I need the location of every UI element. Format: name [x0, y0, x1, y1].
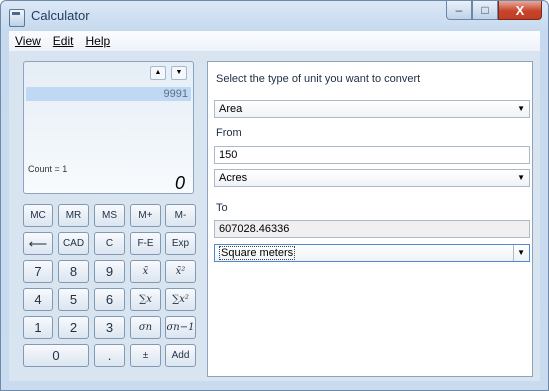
unit-type-select[interactable]: Area ▼ [214, 100, 530, 118]
cad-button[interactable]: CAD [58, 232, 89, 255]
m-plus-button[interactable]: M+ [130, 204, 161, 227]
digit-5-button[interactable]: 5 [58, 288, 89, 311]
converter-heading: Select the type of unit you want to conv… [216, 73, 421, 85]
digit-7-button[interactable]: 7 [23, 260, 53, 283]
history-entry[interactable]: 9991 [26, 87, 191, 101]
chevron-down-icon: ▼ [517, 104, 525, 113]
decimal-point-button[interactable]: . [94, 344, 125, 367]
calculator-display: ▲ ▼ 9991 Count = 1 0 [23, 61, 194, 194]
to-value-output: 607028.46336 [214, 220, 530, 238]
sigma-n-minus-1-button[interactable]: σn−1 [165, 316, 196, 339]
history-up-arrow-icon[interactable]: ▲ [150, 66, 166, 80]
digit-4-button[interactable]: 4 [23, 288, 53, 311]
menu-edit[interactable]: Edit [47, 34, 80, 48]
calculator-app-icon [9, 9, 25, 27]
digit-3-button[interactable]: 3 [94, 316, 125, 339]
digit-6-button[interactable]: 6 [94, 288, 125, 311]
from-value-input[interactable]: 150 [214, 146, 530, 164]
digit-9-button[interactable]: 9 [94, 260, 125, 283]
chevron-down-icon: ▼ [517, 173, 525, 182]
mc-button[interactable]: MC [23, 204, 53, 227]
clear-button[interactable]: C [94, 232, 125, 255]
to-label: To [216, 202, 228, 214]
close-button[interactable]: X [498, 1, 542, 20]
display-value: 0 [174, 173, 185, 193]
maximize-button[interactable]: □ [472, 1, 498, 20]
unit-type-value: Area [219, 103, 243, 115]
m-minus-button[interactable]: M- [165, 204, 196, 227]
history-arrows: ▲ ▼ [150, 66, 187, 80]
from-label: From [216, 127, 242, 139]
chevron-down-icon: ▼ [513, 245, 525, 261]
backspace-button[interactable]: ⟵ [23, 232, 53, 255]
menu-help[interactable]: Help [79, 34, 116, 48]
menu-view-label: View [15, 34, 41, 48]
digit-1-button[interactable]: 1 [23, 316, 53, 339]
plus-minus-button[interactable]: ± [130, 344, 161, 367]
count-label: Count = 1 [28, 164, 68, 174]
unit-converter-panel: Select the type of unit you want to conv… [207, 61, 533, 377]
title-bar[interactable]: Calculator ‒ □ X [1, 1, 548, 31]
calculator-window: Calculator ‒ □ X View Edit Help ▲ ▼ 9991… [0, 0, 549, 391]
mean-button[interactable]: x̄ [130, 260, 161, 283]
menu-edit-label: Edit [52, 34, 74, 48]
fe-button[interactable]: F-E [130, 232, 161, 255]
from-unit-select[interactable]: Acres ▼ [214, 169, 530, 187]
exp-button[interactable]: Exp [165, 232, 196, 255]
digit-0-button[interactable]: 0 [23, 344, 89, 367]
window-controls: ‒ □ X [446, 1, 542, 21]
from-unit-value: Acres [219, 172, 248, 184]
window-title: Calculator [31, 8, 90, 23]
digit-2-button[interactable]: 2 [58, 316, 89, 339]
sigma-n-button[interactable]: σn [130, 316, 161, 339]
main-panel: ▲ ▼ 9991 Count = 1 0 MC MR MS M+ M- ⟵ CA… [9, 51, 540, 381]
to-unit-select[interactable]: Square meters ▼ [214, 244, 530, 262]
menu-view[interactable]: View [9, 34, 47, 48]
menu-help-label: Help [85, 34, 111, 48]
mean-squares-button[interactable]: x̄² [165, 260, 196, 283]
ms-button[interactable]: MS [94, 204, 125, 227]
menu-bar: View Edit Help [9, 31, 540, 52]
digit-8-button[interactable]: 8 [58, 260, 89, 283]
to-unit-value: Square meters [219, 246, 296, 260]
minimize-button[interactable]: ‒ [446, 1, 472, 20]
mr-button[interactable]: MR [58, 204, 89, 227]
add-button[interactable]: Add [165, 344, 196, 367]
sum-button[interactable]: ∑x [130, 288, 161, 311]
sum-squares-button[interactable]: ∑x² [165, 288, 196, 311]
history-down-arrow-icon[interactable]: ▼ [171, 66, 187, 80]
